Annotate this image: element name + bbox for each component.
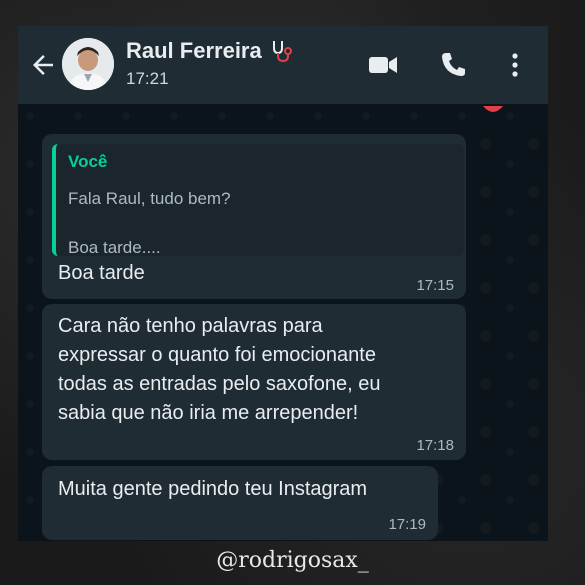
message-text-line: todas as entradas pelo saxofone, eu	[58, 373, 381, 395]
message-time: 17:15	[416, 277, 454, 294]
message-bubble[interactable]: Muita gente pedindo teu Instagram 17:19	[42, 466, 438, 540]
last-seen-time: 17:21	[126, 69, 169, 88]
more-vert-icon[interactable]	[500, 50, 530, 80]
stethoscope-icon	[272, 41, 292, 63]
avatar-photo	[62, 38, 114, 90]
message-time: 17:19	[388, 516, 426, 533]
quoted-text-line: Fala Raul, tudo bem?	[68, 189, 231, 208]
quoted-text-line: Boa tarde....	[68, 238, 161, 257]
message-text: Boa tarde	[58, 262, 145, 284]
quoted-message[interactable]: Você Fala Raul, tudo bem? Boa tarde....	[52, 144, 464, 257]
contact-name: Raul Ferreira	[126, 38, 262, 63]
back-arrow-icon[interactable]	[28, 50, 58, 80]
phone-call-icon[interactable]	[438, 50, 470, 80]
message-text: Muita gente pedindo teu Instagram	[58, 478, 368, 500]
message-time: 17:18	[416, 437, 454, 454]
whatsapp-screen: Raul Ferreira 17:21 Você Fala Raul, tudo…	[18, 26, 548, 541]
contact-name-row[interactable]: Raul Ferreira	[126, 38, 294, 64]
message-bubble[interactable]: Você Fala Raul, tudo bem? Boa tarde.... …	[42, 134, 466, 299]
message-text-line: expressar o quanto foi emocionante	[58, 344, 376, 366]
video-call-icon[interactable]	[367, 50, 399, 80]
message-bubble[interactable]: Cara não tenho palavras para expressar o…	[42, 304, 466, 460]
quoted-author: Você	[68, 152, 108, 171]
watermark-handle: @rodrigosax_	[216, 548, 369, 573]
scroll-down-marker-icon[interactable]	[480, 104, 506, 116]
message-text-line: Cara não tenho palavras para	[58, 315, 323, 337]
message-text-line: sabia que não iria me arrepender!	[58, 402, 359, 424]
chat-header: Raul Ferreira 17:21	[18, 26, 548, 104]
avatar[interactable]	[62, 38, 114, 90]
chat-area[interactable]: Você Fala Raul, tudo bem? Boa tarde.... …	[18, 104, 548, 541]
